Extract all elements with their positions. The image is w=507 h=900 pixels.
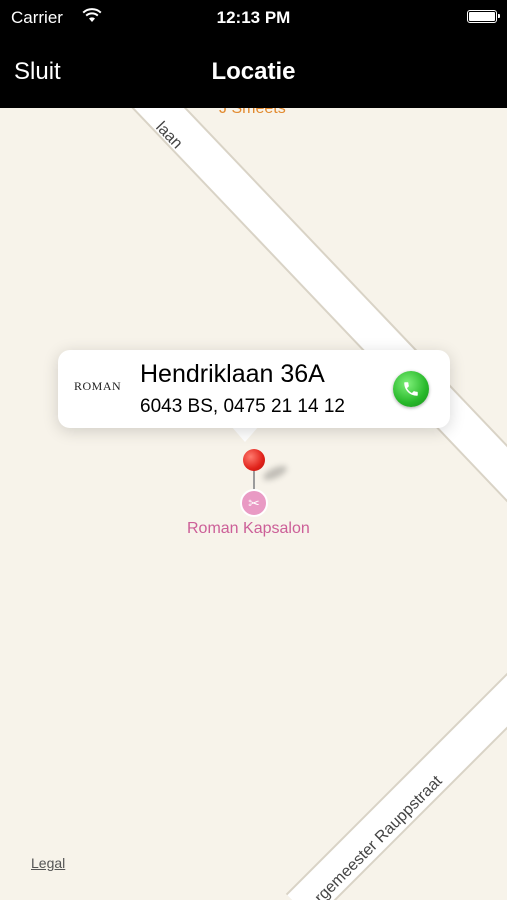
callout-arrow xyxy=(231,426,259,442)
battery-icon xyxy=(467,10,500,23)
page-title: Locatie xyxy=(211,58,296,85)
hair-salon-icon[interactable]: ✂ xyxy=(240,489,268,517)
poi-label[interactable]: Roman Kapsalon xyxy=(187,520,310,538)
legal-link[interactable]: Legal xyxy=(31,855,65,871)
status-time: 12:13 PM xyxy=(216,8,291,27)
poi-label-top: J Smeets xyxy=(219,108,286,117)
call-button[interactable] xyxy=(393,371,429,407)
callout-subtitle: 6043 BS, 0475 21 14 12 xyxy=(140,396,345,417)
map-view[interactable]: J Smeets laan rgemeester Rauppstraat ✂ R… xyxy=(0,108,507,900)
callout-title: Hendriklaan 36A xyxy=(140,360,325,388)
status-bar: Carrier 12:13 PM xyxy=(0,0,507,36)
navigation-bar: Sluit Locatie xyxy=(0,36,507,108)
location-pin-icon[interactable] xyxy=(243,449,265,471)
phone-icon xyxy=(404,382,418,396)
business-logo: ROMAN xyxy=(74,379,122,393)
location-callout[interactable]: ROMAN Hendriklaan 36A 6043 BS, 0475 21 1… xyxy=(58,350,450,428)
